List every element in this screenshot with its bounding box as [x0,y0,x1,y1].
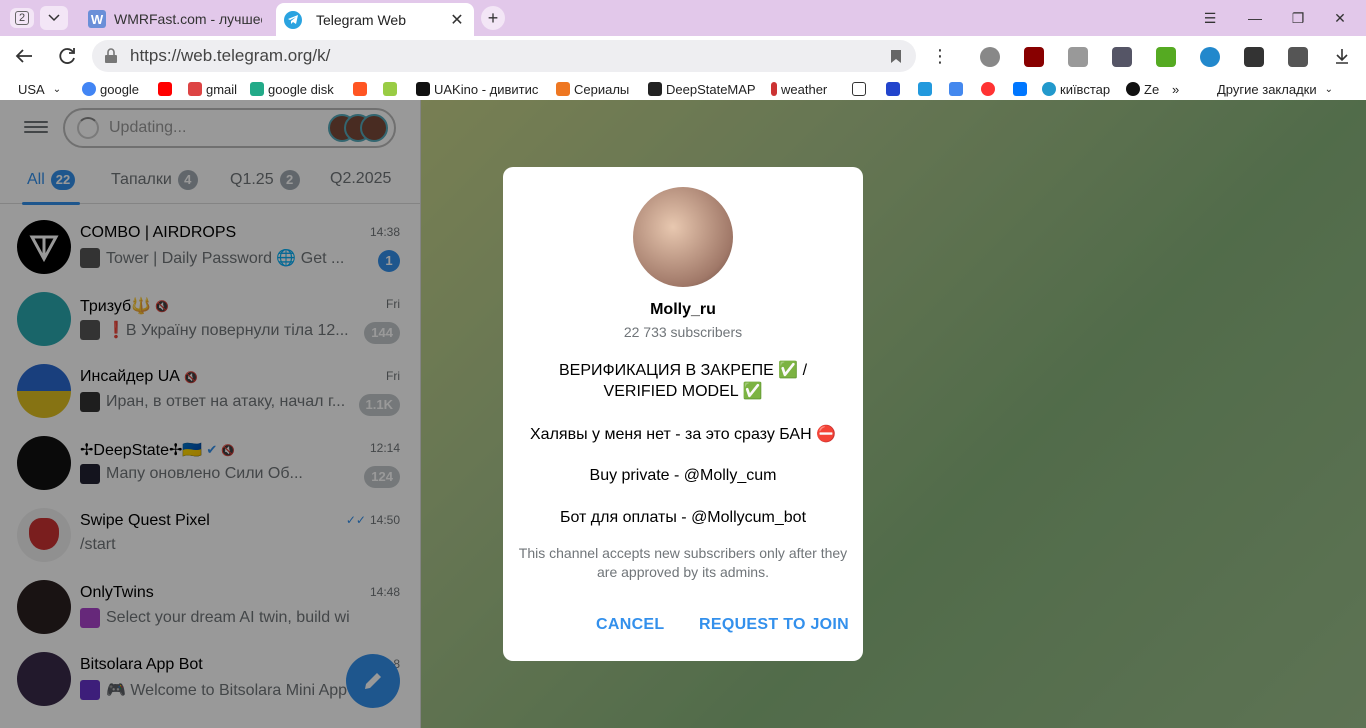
lock-icon [105,48,117,63]
bookmark-favicon-icon [886,82,900,96]
google-drive-icon [250,82,264,96]
reload-icon[interactable] [56,44,80,68]
gmail-icon [188,82,202,96]
bookmark-label: Другие закладки [1217,81,1317,97]
bookmark-favicon-icon [383,82,397,96]
approval-note: This channel accepts new subscribers onl… [518,545,848,580]
channel-avatar [633,187,733,287]
deepstate-icon [648,82,662,96]
bookmark-arrow[interactable] [886,80,904,98]
uakino-icon [416,82,430,96]
kyivstar-icon [1042,82,1056,96]
bookmark-icon-1[interactable] [353,80,371,98]
more-options-icon[interactable]: ⋮ [928,44,952,68]
bookmark-label: Сериалы [574,81,630,97]
tab-counter-button[interactable]: 2 [10,8,34,28]
bookmark-p[interactable] [918,80,936,98]
channel-name: Molly_ru [650,301,716,318]
tabs-dropdown-button[interactable] [40,6,68,30]
close-tab-icon[interactable]: ✕ [448,10,466,30]
bookmark-icon[interactable] [890,49,902,64]
yandex-icon [981,82,995,96]
bookmark-google[interactable]: google [82,80,139,98]
bookmark-youtube[interactable] [158,80,176,98]
tab-count: 2 [14,11,30,25]
browser-menu-icon[interactable]: ☰ [1198,6,1222,30]
bookmark-bc[interactable] [852,80,870,98]
wmrfast-favicon-icon: W [88,10,106,28]
bookmark-label: gmail [206,81,238,97]
bookmark-translate[interactable] [949,80,967,98]
youtube-icon [158,82,172,96]
bookmark-google-disk[interactable]: google disk [250,80,334,98]
downloads-icon[interactable] [1330,44,1354,68]
bookmark-icon-2[interactable] [383,80,401,98]
channel-description-line: Халявы у меня нет - за это сразу БАН ⛔ [530,426,836,443]
bookmarks-bar: USA ⌄ google gmail google disk UAKino - д… [0,76,1366,100]
channel-description-line: Buy private - @Molly_cum [589,467,777,484]
telegram-app: Updating... All 22 Тапалки 4 Q1.25 2 Q2.202… [0,100,1366,728]
back-arrow-icon[interactable] [12,44,36,68]
bookmark-label: DeepStateMAP [666,81,756,97]
translate-icon [949,82,963,96]
join-channel-dialog: Molly_ru 22 733 subscribers ВЕРИФИКАЦИЯ … [503,167,863,661]
address-bar[interactable]: https://web.telegram.org/k/ [92,40,916,72]
url-text: https://web.telegram.org/k/ [130,46,331,65]
bookmark-favicon-icon [852,82,866,96]
ze-icon [1126,82,1140,96]
serials-icon [556,82,570,96]
google-icon [82,82,96,96]
telegram-favicon-icon [284,10,302,29]
bookmark-yandex[interactable] [981,80,999,98]
bookmark-label: weather [781,81,828,97]
vk-icon [1013,82,1027,96]
ublock-extension-icon[interactable] [1024,47,1044,67]
bookmark-kyivstar[interactable]: київстар [1042,80,1110,98]
bookmark-label: Ze [1144,81,1160,97]
request-to-join-button[interactable]: REQUEST TO JOIN [699,616,849,634]
minimize-icon[interactable]: — [1243,6,1267,30]
chevron-down-icon [48,14,60,22]
browser-nav-bar: https://web.telegram.org/k/ ⋮ [0,36,1366,76]
extension-icon[interactable] [1200,47,1220,67]
bookmark-label: київстар [1060,81,1111,97]
globe-extension-icon[interactable] [980,47,1000,67]
bookmark-uakino[interactable]: UAKino - дивитис [416,80,558,98]
bookmark-serials[interactable]: Сериалы [556,80,629,98]
channel-description-line: ВЕРИФИКАЦИЯ В ЗАКРЕПЕ ✅ / VERIFIED MODEL… [558,362,808,400]
tab-telegram[interactable]: Telegram Web ✕ [276,3,474,36]
extension-icon[interactable] [1112,47,1132,67]
bookmark-favicon-icon [353,82,367,96]
download-extension-icon[interactable] [1156,47,1176,67]
channel-description-line: Бот для оплаты - @Mollycum_bot [559,509,807,526]
bookmark-other-folder[interactable]: Другие закладки ⌄ [1217,80,1333,98]
close-window-icon[interactable]: ✕ [1328,6,1352,30]
bookmark-label: UAKino - дивитис [434,81,539,97]
bookmark-gmail[interactable]: gmail [188,80,237,98]
bookmark-usa[interactable]: USA ⌄ [18,80,61,98]
more-bookmarks-icon[interactable]: » [1172,80,1179,98]
extension-icon[interactable] [1068,47,1088,67]
tab-title: Telegram Web [316,11,407,28]
bookmark-deepstatemap[interactable]: DeepStateMAP [648,80,756,98]
browser-tab-bar: 2 W WMRFast.com - лучшее м Telegram Web … [0,0,1366,36]
subscriber-count: 22 733 subscribers [623,324,743,340]
new-tab-button[interactable]: + [481,6,505,30]
bookmark-label: google [100,81,140,97]
bookmark-weather[interactable]: weather [771,80,827,98]
bookmark-vk[interactable] [1013,80,1031,98]
tab-title: WMRFast.com - лучшее м [114,11,262,27]
bookmark-favicon-icon [918,82,932,96]
extension-icon[interactable] [1244,47,1264,67]
tab-wmrfast[interactable]: W WMRFast.com - лучшее м [80,4,270,34]
bookmark-ze[interactable]: Ze [1126,80,1159,98]
thermometer-icon [771,82,777,96]
cancel-button[interactable]: CANCEL [596,616,664,634]
bookmark-label: USA [18,81,45,97]
restore-icon[interactable]: ❐ [1286,6,1310,30]
bookmark-label: google disk [268,81,334,97]
extension-icon[interactable] [1288,47,1308,67]
